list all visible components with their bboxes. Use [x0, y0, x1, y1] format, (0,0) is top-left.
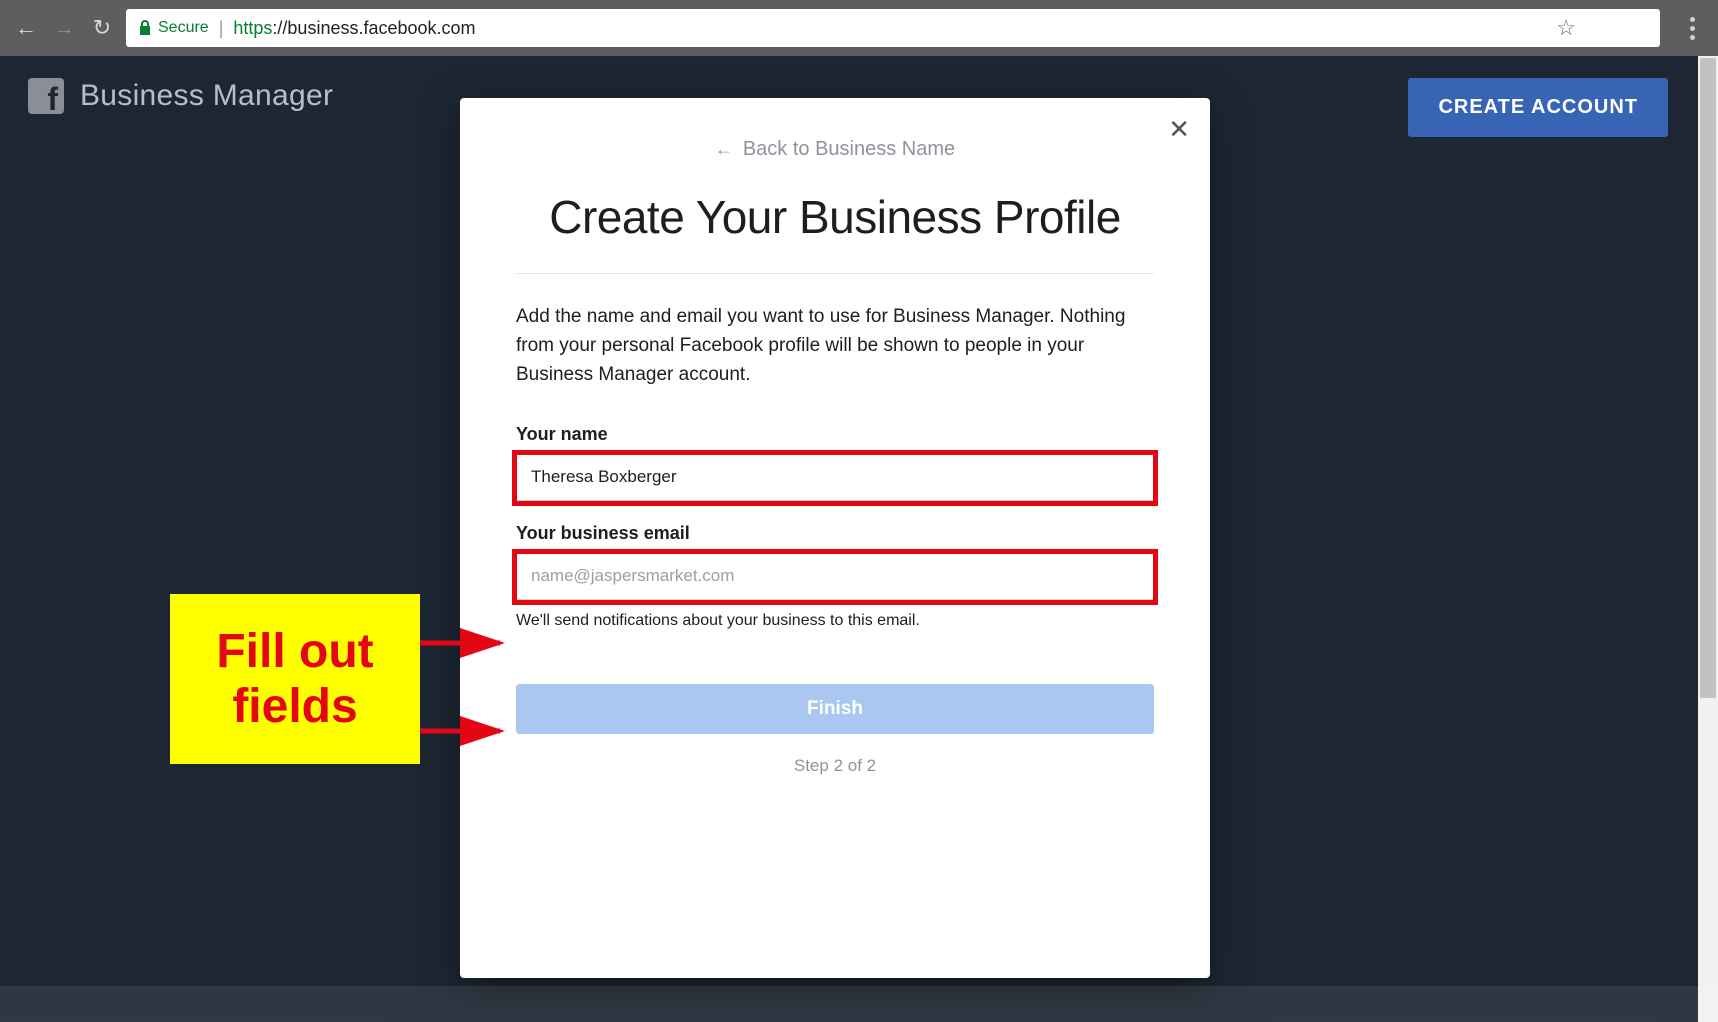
scrollbar-thumb[interactable] — [1700, 58, 1716, 698]
email-helper-text: We'll send notifications about your busi… — [516, 612, 1154, 630]
email-label: Your business email — [516, 523, 1154, 544]
name-input[interactable] — [516, 453, 1154, 501]
reload-icon[interactable]: ↻ — [88, 14, 116, 42]
close-icon[interactable]: ✕ — [1168, 114, 1190, 145]
step-indicator: Step 2 of 2 — [516, 756, 1154, 776]
name-field-block: Your name — [516, 424, 1154, 501]
browser-toolbar: ← → ↻ Secure | https://business.facebook… — [0, 0, 1718, 56]
separator: | — [219, 18, 224, 39]
menu-kebab-icon[interactable] — [1678, 17, 1706, 40]
modal-description: Add the name and email you want to use f… — [516, 302, 1154, 390]
finish-button[interactable]: Finish — [516, 684, 1154, 734]
page-body: Business Manager CREATE ACCOUNT ✕ ← Back… — [0, 56, 1718, 1022]
create-account-button[interactable]: CREATE ACCOUNT — [1408, 78, 1668, 137]
annotation-arrow-icon — [420, 628, 520, 658]
email-field-block: Your business email We'll send notificat… — [516, 523, 1154, 630]
back-link[interactable]: ← Back to Business Name — [516, 138, 1154, 161]
app-title: Business Manager — [80, 79, 333, 113]
name-label: Your name — [516, 424, 1154, 445]
back-arrow-icon[interactable]: ← — [12, 14, 40, 42]
forward-arrow-icon[interactable]: → — [50, 14, 78, 42]
scrollbar[interactable] — [1698, 56, 1718, 1022]
create-profile-modal: ✕ ← Back to Business Name Create Your Bu… — [460, 98, 1210, 978]
address-bar[interactable]: Secure | https://business.facebook.com ☆ — [126, 9, 1660, 47]
annotation-text: Fill out fields — [170, 624, 420, 734]
bookmark-star-icon[interactable]: ☆ — [1556, 15, 1576, 41]
annotation-callout: Fill out fields — [170, 594, 420, 764]
back-arrow-icon: ← — [715, 139, 733, 160]
url-text: https://business.facebook.com — [233, 18, 475, 39]
facebook-logo-icon — [28, 78, 64, 114]
email-input[interactable] — [516, 552, 1154, 600]
annotation-arrow-icon — [420, 716, 520, 746]
secure-label: Secure — [158, 19, 209, 37]
divider — [516, 273, 1154, 274]
app-header: Business Manager — [28, 78, 333, 114]
modal-title: Create Your Business Profile — [516, 189, 1154, 247]
lock-icon: Secure — [138, 19, 209, 37]
back-link-label: Back to Business Name — [743, 138, 955, 161]
